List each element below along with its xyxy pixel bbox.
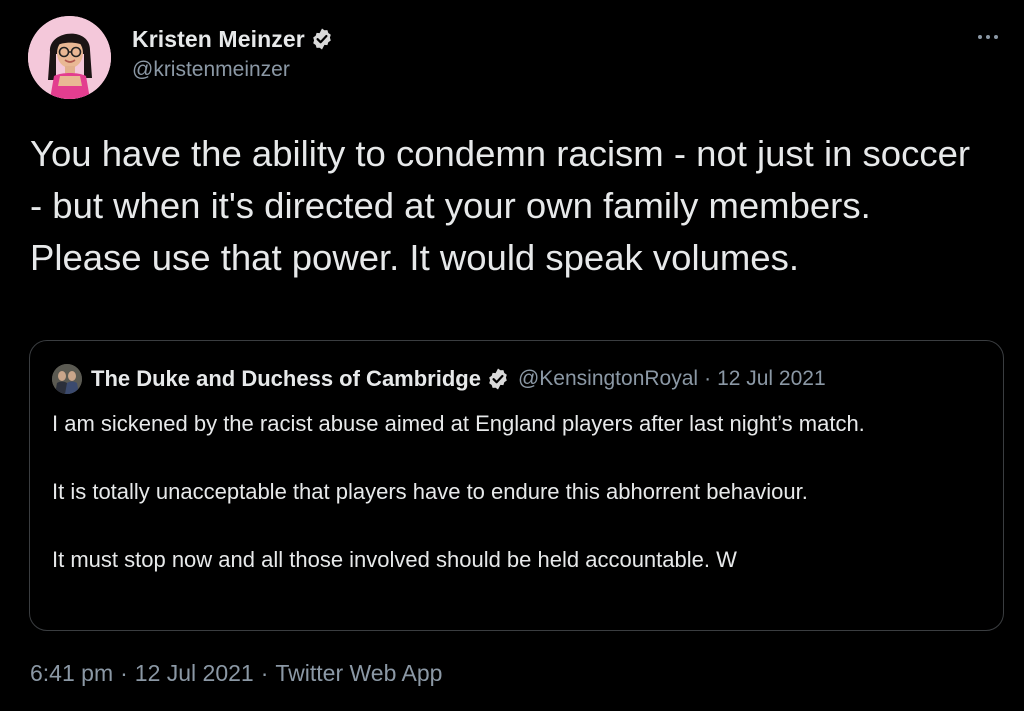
- tweet-card: Kristen Meinzer @kristenmeinzer You have…: [0, 0, 1024, 711]
- quoted-author-avatar[interactable]: [52, 364, 82, 394]
- quoted-tweet[interactable]: The Duke and Duchess of Cambridge @Kensi…: [29, 340, 1004, 631]
- avatar-image: [28, 16, 111, 99]
- author-info: Kristen Meinzer @kristenmeinzer: [132, 24, 334, 82]
- more-options-icon[interactable]: [968, 22, 1008, 52]
- tweet-source[interactable]: Twitter Web App: [275, 660, 442, 687]
- dot: [986, 35, 990, 39]
- tweet-meta: 6:41 pm · 12 Jul 2021 · Twitter Web App: [30, 660, 442, 687]
- separator-dot: ·: [260, 660, 269, 686]
- dot: [978, 35, 982, 39]
- tweet-time[interactable]: 6:41 pm: [30, 660, 113, 687]
- tweet-text: You have the ability to condemn racism -…: [30, 133, 981, 278]
- author-name[interactable]: Kristen Meinzer: [132, 26, 305, 53]
- author-handle[interactable]: @kristenmeinzer: [132, 58, 334, 82]
- dot: [994, 35, 998, 39]
- verified-badge-icon: [312, 28, 331, 50]
- quoted-tweet-date[interactable]: 12 Jul 2021: [717, 367, 826, 391]
- quoted-tweet-text: I am sickened by the racist abuse aimed …: [52, 411, 865, 572]
- quoted-author-handle[interactable]: @KensingtonRoyal: [518, 367, 698, 391]
- quoted-author-name[interactable]: The Duke and Duchess of Cambridge: [91, 366, 481, 392]
- tweet-date[interactable]: 12 Jul 2021: [135, 660, 254, 687]
- separator-dot: ·: [120, 660, 128, 686]
- verified-badge-icon: [489, 368, 507, 390]
- avatar-image: [52, 364, 82, 394]
- author-avatar[interactable]: [28, 16, 111, 99]
- quoted-tweet-header: The Duke and Duchess of Cambridge @Kensi…: [52, 363, 826, 395]
- separator-dot: ·: [704, 367, 712, 390]
